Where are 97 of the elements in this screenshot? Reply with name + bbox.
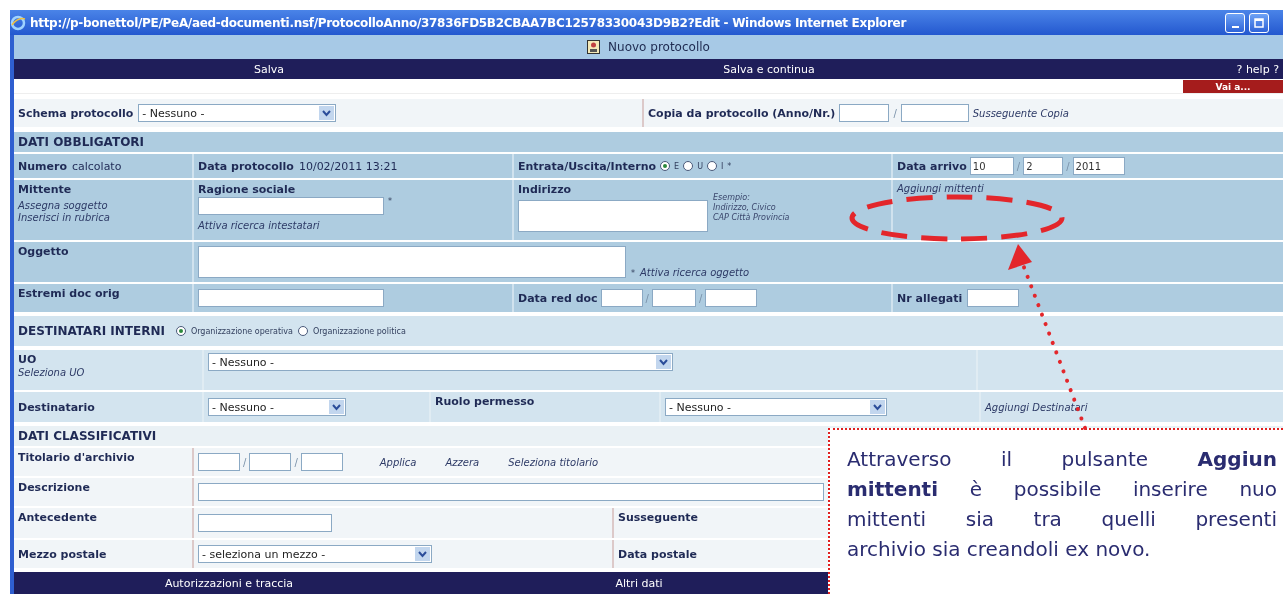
field-label: Antecedente [18, 511, 97, 524]
text-link[interactable]: Seleziona titolario [508, 456, 599, 468]
separator: / [645, 292, 649, 304]
separator: / [893, 107, 897, 119]
dropdown[interactable]: - Nessuno - [208, 353, 673, 371]
maximize-button[interactable] [1249, 12, 1269, 33]
radio-button[interactable] [707, 161, 717, 171]
field-label: Descrizione [18, 481, 90, 494]
input-field[interactable] [652, 289, 696, 307]
radio-button[interactable] [297, 326, 308, 336]
field-label: Indirizzo [518, 183, 573, 196]
field-label: Schema protocollo [18, 106, 134, 120]
input-field[interactable] [705, 289, 758, 307]
section-title: DESTINATARI INTERNI [18, 324, 165, 338]
field-label: Ruolo permesso [435, 395, 535, 408]
field-label: Data protocollo [198, 159, 294, 173]
maximize-icon [1254, 17, 1264, 28]
field-label: Destinatario [18, 400, 95, 414]
action-link[interactable]: Autorizzazioni e traccia [164, 576, 294, 590]
dropdown[interactable]: - Nessuno - [665, 398, 887, 416]
input-field[interactable] [198, 289, 384, 307]
text-link[interactable]: Aggiungi Destinatari [985, 401, 1088, 413]
text-area[interactable] [198, 246, 626, 278]
dropdown[interactable]: - Nessuno - [208, 398, 346, 416]
text-link[interactable]: Susseguente Copia [972, 107, 1069, 119]
field-label: Mittente [18, 183, 72, 196]
radio-label[interactable]: Organizzazione politica [312, 326, 406, 336]
required-mark: * [388, 197, 392, 208]
help-link[interactable]: ? help ? [1014, 62, 1283, 76]
action-link[interactable]: Salva e continua [723, 62, 815, 76]
minimize-button[interactable] [1225, 12, 1245, 33]
text-link[interactable]: Applica [379, 456, 417, 468]
separator: / [294, 456, 298, 468]
field-label: Data arrivo [897, 159, 967, 173]
text-link[interactable]: Azzera [445, 456, 480, 468]
input-field[interactable] [600, 289, 643, 307]
input-field[interactable] [839, 104, 890, 122]
field-value: calcolato [71, 159, 122, 173]
field-label: Susseguente [618, 511, 699, 524]
section-title: DATI CLASSIFICATIVI [18, 429, 157, 443]
form-title: Nuovo protocollo [608, 40, 710, 54]
field-label: Entrata/Uscita/Interno [518, 159, 657, 173]
required-mark: * [631, 269, 635, 278]
radio-label[interactable]: U [697, 161, 703, 171]
input-field[interactable] [900, 104, 969, 122]
field-label: Ragione sociale [198, 183, 296, 196]
input-field[interactable]: 10 [969, 157, 1014, 175]
field-label: Titolario d'archivio [18, 451, 135, 464]
field-label: Data red doc [518, 291, 598, 305]
input-field[interactable] [198, 453, 240, 471]
example-hint: Esempio: Indirizzo, Civico CAP Città Provincia [713, 193, 790, 223]
input-field[interactable] [198, 483, 824, 501]
browser-icon [10, 14, 26, 31]
document-icon [587, 40, 601, 54]
radio-label[interactable]: I [721, 161, 724, 171]
field-label: Estremi doc orig [18, 287, 120, 300]
separator: / [699, 292, 703, 304]
text-link[interactable]: Seleziona UO [18, 367, 85, 378]
field-label: Mezzo postale [18, 547, 107, 561]
action-link[interactable]: Altri dati [615, 576, 663, 590]
goto-button[interactable]: Vai a... [1183, 80, 1283, 93]
radio-label[interactable]: Organizzazione operativa [190, 326, 293, 336]
field-label: Data postale [618, 547, 697, 561]
radio-label[interactable]: E [674, 161, 680, 171]
input-field[interactable]: 2011 [1072, 157, 1125, 175]
input-field[interactable]: 2 [1023, 157, 1064, 175]
input-field[interactable] [300, 453, 343, 471]
field-label: Copia da protocollo (Anno/Nr.) [648, 106, 836, 120]
field-label: Oggetto [18, 245, 69, 258]
text-link[interactable]: Attiva ricerca intestatari [198, 220, 320, 231]
text-link[interactable]: Attiva ricerca oggetto [640, 267, 750, 278]
field-label: Nr allegati [897, 291, 963, 305]
field-label: Numero [18, 159, 67, 173]
separator: / [1066, 160, 1070, 172]
field-label: UO [18, 353, 37, 366]
required-mark: * [727, 161, 732, 171]
input-field[interactable] [967, 289, 1020, 307]
text-link[interactable]: Assegna soggetto [18, 200, 108, 211]
input-field[interactable] [198, 514, 332, 532]
text-area[interactable] [518, 200, 708, 232]
input-field[interactable] [198, 197, 384, 215]
dropdown[interactable]: - seleziona un mezzo - [198, 545, 432, 563]
text-link[interactable]: Inserisci in rubrica [18, 212, 110, 223]
radio-button[interactable] [175, 326, 186, 336]
separator: / [243, 456, 247, 468]
minimize-icon [1231, 25, 1239, 28]
text-link[interactable]: Aggiungi mittenti [897, 183, 984, 194]
callout-text: Attraverso il pulsante Aggiun mittenti è possibile inserire nuo mittenti sia tra quelli presenti archivio sia creandoli ex novo. [847, 446, 1277, 563]
radio-button[interactable] [660, 161, 671, 171]
dropdown[interactable]: - Nessuno - [138, 104, 337, 122]
window-title: http://p-bonettol/PE/PeA/aed-documenti.nsf/ProtocolloAnno/37836FD5B2CBAA7BC12578330043D9B2?Edit - Windows Internet Explorer [30, 15, 908, 30]
radio-button[interactable] [683, 161, 694, 171]
field-value: 10/02/2011 13:21 [298, 159, 398, 173]
action-link[interactable]: Salva [254, 62, 284, 76]
separator: / [1016, 160, 1021, 172]
section-title: DATI OBBLIGATORI [18, 135, 145, 149]
input-field[interactable] [249, 453, 292, 471]
